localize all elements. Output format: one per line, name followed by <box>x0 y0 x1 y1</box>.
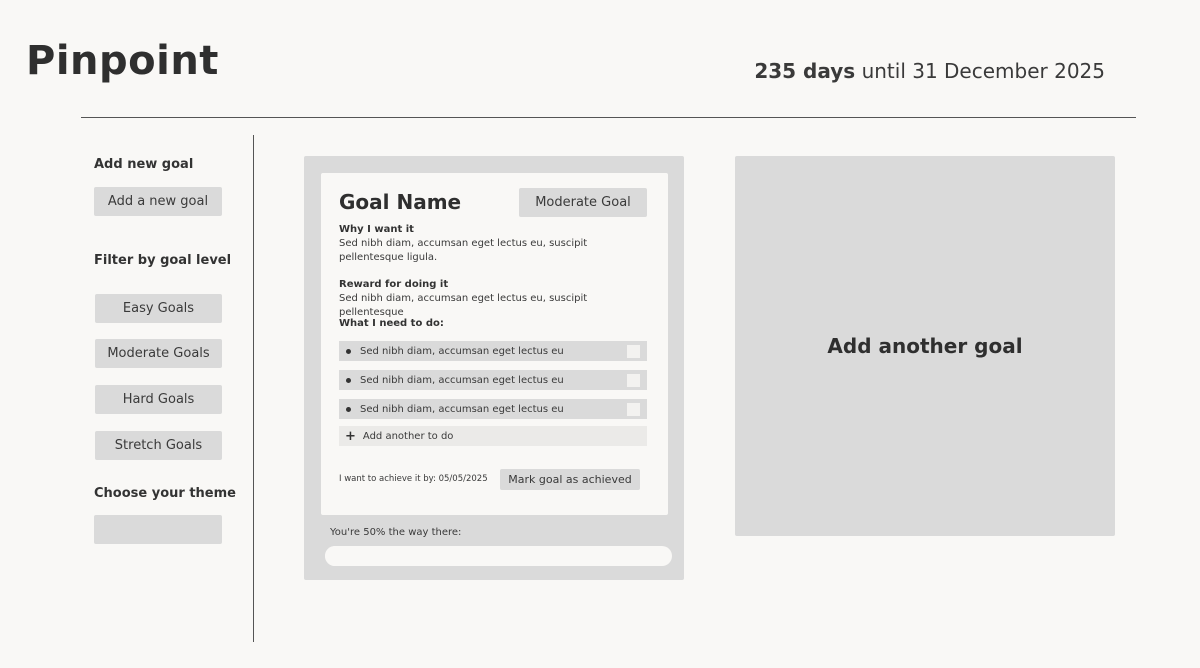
add-todo-button[interactable]: + Add another to do <box>339 426 647 446</box>
deadline-text: I want to achieve it by: 05/05/2025 <box>339 474 488 484</box>
countdown: 235 days until 31 December 2025 <box>754 59 1105 83</box>
plus-icon: + <box>345 428 356 444</box>
todo-text: Sed nibh diam, accumsan eget lectus eu <box>360 374 564 386</box>
filter-moderate-button[interactable]: Moderate Goals <box>95 339 222 368</box>
filter-easy-button[interactable]: Easy Goals <box>95 294 222 323</box>
filter-hard-button[interactable]: Hard Goals <box>95 385 222 414</box>
add-goal-heading: Add new goal <box>94 157 194 172</box>
todo-checkbox[interactable] <box>627 373 640 387</box>
header-divider <box>81 117 1136 118</box>
add-todo-label: Add another to do <box>362 430 454 442</box>
reward-label: Reward for doing it <box>339 279 449 290</box>
reward-text: Sed nibh diam, accumsan eget lectus eu, … <box>339 293 588 318</box>
bullet-icon <box>346 348 351 354</box>
todo-checkbox[interactable] <box>627 344 640 358</box>
todo-item: Sed nibh diam, accumsan eget lectus eu <box>339 399 647 419</box>
bullet-icon <box>346 377 351 383</box>
brand-logo: Pinpoint <box>26 38 219 84</box>
todo-heading: What I need to do: <box>339 318 444 329</box>
why-text: Sed nibh diam, accumsan eget lectus eu, … <box>339 238 588 263</box>
app-root: Pinpoint 235 days until 31 December 2025… <box>0 0 1200 668</box>
progress-fill <box>325 546 499 566</box>
add-another-goal-panel[interactable]: Add another goal <box>735 156 1115 536</box>
add-new-goal-button[interactable]: Add a new goal <box>94 187 222 216</box>
progress-label: You're 50% the way there: <box>330 527 462 538</box>
todo-text: Sed nibh diam, accumsan eget lectus eu <box>360 403 564 415</box>
countdown-until: until 31 December 2025 <box>861 59 1105 83</box>
add-another-goal-label: Add another goal <box>827 334 1023 358</box>
todo-item: Sed nibh diam, accumsan eget lectus eu <box>339 341 647 361</box>
theme-selector[interactable] <box>94 515 222 544</box>
filter-heading: Filter by goal level <box>94 253 232 268</box>
progress-bar <box>325 546 672 566</box>
goal-card-body: Goal Name Moderate Goal Why I want it Se… <box>321 173 668 515</box>
goal-card: Goal Name Moderate Goal Why I want it Se… <box>304 156 684 580</box>
bullet-icon <box>346 406 351 412</box>
todo-text: Sed nibh diam, accumsan eget lectus eu <box>360 345 564 357</box>
theme-heading: Choose your theme <box>94 486 236 501</box>
todo-checkbox[interactable] <box>627 402 640 416</box>
goal-level-button[interactable]: Moderate Goal <box>519 188 647 217</box>
sidebar-divider <box>253 135 254 642</box>
why-label: Why I want it <box>339 224 414 235</box>
todo-item: Sed nibh diam, accumsan eget lectus eu <box>339 370 647 390</box>
goal-name: Goal Name <box>339 190 462 214</box>
countdown-days: 235 days <box>754 59 856 83</box>
filter-stretch-button[interactable]: Stretch Goals <box>95 431 222 460</box>
mark-achieved-button[interactable]: Mark goal as achieved <box>500 469 640 490</box>
